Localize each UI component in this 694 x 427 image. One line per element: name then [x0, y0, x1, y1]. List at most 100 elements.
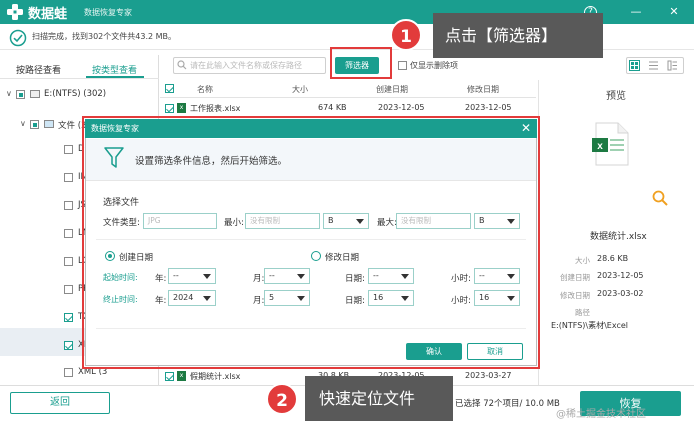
- end-year-label: 年:: [155, 296, 167, 306]
- col-created[interactable]: 创建日期: [376, 84, 408, 95]
- end-year-select[interactable]: 2024: [168, 290, 216, 306]
- scan-status-text: 扫描完成，找到302个文件共43.2 MB。: [32, 32, 177, 41]
- chevron-down-icon: [297, 274, 305, 279]
- confirm-button[interactable]: 确认: [406, 343, 462, 360]
- back-button[interactable]: 返回: [10, 392, 110, 414]
- col-name[interactable]: 名称: [197, 84, 213, 95]
- modified-key: 修改日期: [560, 291, 590, 300]
- preview-file-name: 数据统计.xlsx: [590, 232, 647, 242]
- tree-checkbox[interactable]: [64, 368, 73, 377]
- dialog-description: 设置筛选条件信息，然后开始筛选。: [135, 156, 288, 167]
- detail-view-icon[interactable]: [667, 60, 678, 71]
- start-hour-value: --: [479, 271, 485, 280]
- grid-view-icon[interactable]: [629, 60, 640, 71]
- max-unit-value: B: [479, 216, 485, 225]
- end-hour-value: 16: [479, 293, 490, 302]
- excel-file-icon: x: [177, 103, 186, 113]
- tree-checkbox[interactable]: [64, 285, 73, 294]
- min-unit-select[interactable]: B: [323, 213, 369, 229]
- list-view-icon[interactable]: [648, 60, 659, 71]
- tree-checkbox[interactable]: [16, 90, 25, 99]
- tab-type-view[interactable]: 按类型查看: [92, 63, 137, 76]
- tree-checkbox[interactable]: [64, 145, 73, 154]
- created-value: 2023-12-05: [597, 271, 644, 280]
- section-title: 选择文件: [103, 198, 140, 208]
- divider: [96, 328, 526, 329]
- size-value: 28.6 KB: [597, 254, 629, 263]
- close-icon[interactable]: ✕: [666, 4, 682, 20]
- max-size-input[interactable]: 没有限制: [396, 213, 471, 229]
- selected-info: 已选择 72个项目/ 10.0 MB: [455, 399, 560, 409]
- tree-checkbox[interactable]: [64, 313, 73, 322]
- chevron-down-icon: [507, 274, 515, 279]
- tree-checkbox[interactable]: [30, 120, 39, 129]
- chevron-down-icon: [203, 296, 211, 301]
- row-created: 2023-12-05: [378, 103, 425, 112]
- app-subtitle: 数据恢复专家: [84, 8, 132, 17]
- start-month-select[interactable]: --: [264, 268, 310, 284]
- tree-checkbox[interactable]: [64, 341, 73, 350]
- zoom-search-icon[interactable]: [652, 190, 668, 206]
- table-row[interactable]: x 工作报表.xlsx 674 KB 2023-12-05 2023-12-05: [160, 99, 536, 117]
- svg-text:x: x: [597, 141, 603, 152]
- chevron-down-icon[interactable]: ∨: [6, 89, 12, 98]
- end-month-value: 5: [269, 293, 275, 302]
- start-year-value: --: [173, 271, 179, 280]
- end-year-value: 2024: [173, 293, 194, 302]
- minimize-icon[interactable]: —: [628, 4, 644, 20]
- max-unit-select[interactable]: B: [474, 213, 520, 229]
- start-year-select[interactable]: --: [168, 268, 216, 284]
- drive-icon: [30, 90, 40, 98]
- path-key: 路径: [575, 308, 590, 317]
- start-day-value: --: [373, 271, 379, 280]
- chevron-down-icon: [297, 296, 305, 301]
- tree-checkbox[interactable]: [64, 173, 73, 182]
- row-checkbox[interactable]: [165, 104, 174, 113]
- dialog-close-icon[interactable]: ✕: [519, 121, 533, 135]
- step-badge-2: 2: [266, 383, 298, 415]
- scan-complete-icon: [9, 29, 27, 47]
- app-name: 数据蛙: [28, 7, 68, 22]
- select-all-checkbox[interactable]: [165, 84, 174, 93]
- divider: [0, 78, 159, 79]
- only-deleted-checkbox[interactable]: [398, 61, 407, 70]
- row-modified: 2023-12-05: [465, 103, 512, 112]
- app-logo-icon: [7, 4, 23, 20]
- chevron-down-icon[interactable]: ∨: [20, 119, 26, 128]
- min-size-input[interactable]: 没有限制: [245, 213, 320, 229]
- max-size-label: 最大:: [377, 218, 397, 228]
- tree-checkbox[interactable]: [64, 257, 73, 266]
- end-day-label: 日期:: [345, 296, 365, 306]
- file-type-label: 文件类型:: [103, 218, 140, 228]
- start-day-select[interactable]: --: [368, 268, 414, 284]
- start-hour-select[interactable]: --: [474, 268, 520, 284]
- end-hour-select[interactable]: 16: [474, 290, 520, 306]
- callout-locate-files: 快速定位文件: [305, 376, 453, 421]
- start-day-label: 日期:: [345, 274, 365, 284]
- callout-click-filter: 点击【筛选器】: [433, 13, 603, 58]
- col-size[interactable]: 大小: [292, 84, 308, 95]
- col-modified[interactable]: 修改日期: [467, 84, 499, 95]
- created-key: 创建日期: [560, 273, 590, 282]
- min-size-label: 最小:: [224, 218, 244, 228]
- divider: [96, 239, 526, 240]
- modified-date-radio-label: 修改日期: [325, 253, 360, 263]
- watermark: @稀土掘金技术社区: [556, 409, 646, 420]
- end-day-select[interactable]: 16: [368, 290, 414, 306]
- modified-date-radio[interactable]: [311, 251, 321, 261]
- end-month-select[interactable]: 5: [264, 290, 310, 306]
- row-modified: 2023-03-27: [465, 371, 512, 380]
- tree-checkbox[interactable]: [64, 229, 73, 238]
- step-badge-1: 1: [390, 19, 422, 51]
- tree-checkbox[interactable]: [64, 201, 73, 210]
- tree-item-label: E:(NTFS) (302): [44, 89, 107, 99]
- tab-path-view[interactable]: 按路径查看: [16, 63, 61, 76]
- cancel-button[interactable]: 取消: [467, 343, 523, 360]
- file-type-input[interactable]: JPG: [143, 213, 217, 229]
- created-date-radio[interactable]: [105, 251, 115, 261]
- row-checkbox[interactable]: [165, 372, 174, 381]
- chevron-down-icon: [401, 274, 409, 279]
- tree-item[interactable]: ∨ E:(NTFS) (302): [0, 88, 158, 102]
- excel-file-icon: x: [177, 371, 186, 381]
- path-value: E:(NTFS)\素材\Excel: [551, 321, 628, 330]
